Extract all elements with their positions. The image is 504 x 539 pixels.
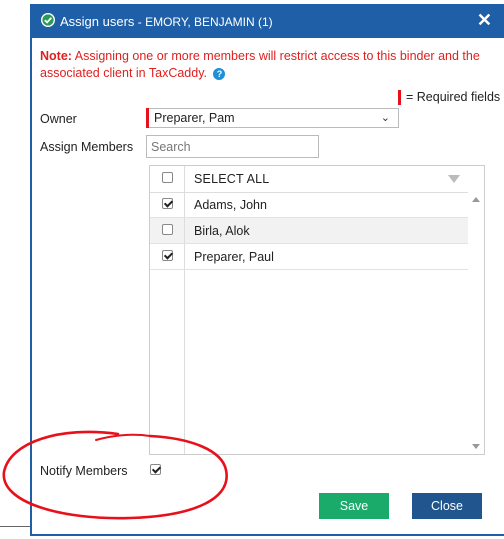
dialog-title-main: Assign users: [60, 14, 135, 29]
owner-select[interactable]: Preparer, Pam ⌄: [146, 108, 399, 128]
select-all-cell: [150, 166, 185, 192]
assign-members-label: Assign Members: [40, 140, 134, 154]
member-checkbox[interactable]: [162, 198, 173, 209]
member-row[interactable]: Birla, Alok: [150, 218, 468, 244]
grid-scrollbar[interactable]: [468, 192, 484, 454]
member-name: Adams, John: [194, 198, 267, 212]
member-row[interactable]: Adams, John: [150, 192, 468, 218]
select-all-checkbox[interactable]: [162, 172, 173, 183]
owner-value: Preparer, Pam: [154, 111, 235, 125]
filter-icon[interactable]: [448, 175, 460, 183]
required-fields-text: = Required fields: [406, 90, 501, 104]
note-text: Assigning one or more members will restr…: [40, 49, 480, 80]
check-circle-icon: [41, 13, 55, 27]
member-name: Preparer, Paul: [194, 250, 274, 264]
dialog-title: Assign users - EMORY, BENJAMIN (1): [60, 14, 273, 29]
notify-members-label: Notify Members: [40, 464, 128, 478]
dialog-titlebar: Assign users - EMORY, BENJAMIN (1) ✕: [32, 4, 504, 38]
member-search-input[interactable]: [146, 135, 319, 158]
scroll-down-icon[interactable]: [472, 444, 480, 449]
notify-members-checkbox[interactable]: [150, 464, 161, 475]
owner-required-marker: [146, 108, 149, 128]
close-button[interactable]: Close: [412, 493, 482, 519]
required-marker: [398, 90, 401, 106]
underlying-page-line: [0, 526, 30, 527]
member-checkbox[interactable]: [162, 224, 173, 235]
required-fields-legend: = Required fields: [398, 90, 501, 106]
assign-users-dialog: Assign users - EMORY, BENJAMIN (1) ✕ Not…: [30, 4, 504, 536]
member-checkbox[interactable]: [162, 250, 173, 261]
help-icon[interactable]: ?: [213, 67, 226, 80]
grid-header: SELECT ALL: [150, 166, 468, 193]
scroll-up-icon[interactable]: [472, 197, 480, 202]
close-icon[interactable]: ✕: [477, 10, 492, 30]
member-name: Birla, Alok: [194, 224, 250, 238]
dialog-title-client: - EMORY, BENJAMIN (1): [134, 15, 273, 29]
member-check-cell: [150, 192, 185, 217]
chevron-down-icon[interactable]: ⌄: [381, 111, 390, 124]
note-prefix: Note:: [40, 49, 72, 63]
members-grid: SELECT ALL Adams, John Birla, Alok Prepa…: [149, 165, 485, 455]
owner-label: Owner: [40, 112, 77, 126]
member-row[interactable]: Preparer, Paul: [150, 244, 468, 270]
select-all-label: SELECT ALL: [194, 172, 270, 186]
checkbox-column-empty: [150, 270, 185, 454]
restriction-note: Note: Assigning one or more members will…: [40, 48, 495, 82]
member-check-cell: [150, 244, 185, 269]
member-check-cell: [150, 218, 185, 243]
save-button[interactable]: Save: [319, 493, 389, 519]
